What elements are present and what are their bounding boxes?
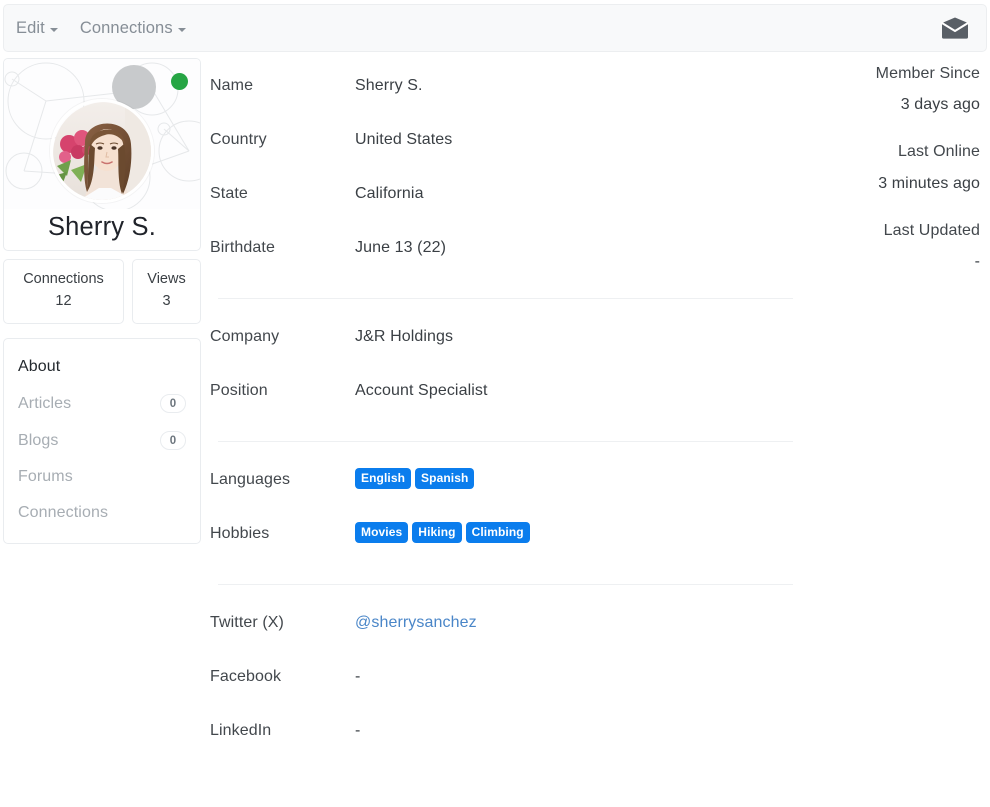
sidebar-item-forums-label: Forums (18, 468, 73, 486)
sidebar-badge-articles: 0 (160, 394, 186, 414)
meta-value-last-updated: - (974, 252, 980, 270)
language-badge[interactable]: Spanish (415, 468, 475, 489)
field-value-facebook: - (355, 668, 361, 685)
field-value-twitter[interactable]: @sherrysanchez (355, 595, 988, 632)
field-row-facebook: Facebook - (210, 649, 988, 703)
meta-label-member-since: Member Since (875, 65, 980, 82)
sidebar-badge-blogs: 0 (160, 431, 186, 451)
field-label-birthdate: Birthdate (210, 239, 275, 256)
profile-menu: About Articles 0 Blogs 0 Forums Connecti… (3, 338, 201, 545)
hobby-badge[interactable]: Climbing (465, 522, 530, 543)
field-value-hobbies: Movies Hiking Climbing (355, 506, 988, 543)
sidebar-item-articles-label: Articles (18, 394, 72, 412)
nav-link-edit[interactable]: Edit (16, 19, 58, 38)
section-divider (218, 584, 793, 585)
stat-label-views: Views (147, 271, 186, 287)
field-label-state: State (210, 185, 248, 202)
profile-card: Sherry S. (3, 58, 201, 251)
sidebar-item-blogs-label: Blogs (18, 431, 59, 449)
field-label-linkedin: LinkedIn (210, 722, 272, 739)
profile-stats: Connections 12 Views 3 (3, 259, 201, 325)
chevron-down-icon (177, 27, 186, 32)
field-row-twitter: Twitter (X) @sherrysanchez (210, 595, 988, 649)
field-label-facebook: Facebook (210, 668, 282, 685)
field-label-company: Company (210, 328, 280, 345)
field-label-languages: Languages (210, 471, 291, 488)
nav-link-connections[interactable]: Connections (80, 19, 186, 38)
navbar: Edit Connections (3, 4, 987, 52)
meta-value-last-online: 3 minutes ago (878, 174, 980, 192)
sidebar-item-blogs[interactable]: Blogs 0 (4, 422, 200, 459)
field-label-country: Country (210, 131, 267, 148)
sidebar-item-about[interactable]: About (4, 349, 200, 385)
stat-label-connections: Connections (23, 271, 104, 287)
navbar-links: Edit Connections (4, 19, 186, 38)
field-row-languages: Languages English Spanish (210, 452, 988, 506)
stat-card-views[interactable]: Views 3 (132, 259, 201, 325)
hobby-badge[interactable]: Movies (355, 522, 409, 543)
hobby-badge[interactable]: Hiking (412, 522, 462, 543)
meta-last-updated: Last Updated - (770, 215, 980, 277)
status-indicator-online (171, 73, 188, 90)
field-value-company: J&R Holdings (355, 328, 454, 345)
meta-label-last-updated: Last Updated (883, 221, 980, 239)
sidebar-item-about-label: About (18, 358, 61, 376)
meta-label-last-online: Last Online (897, 143, 980, 161)
nav-link-edit-label: Edit (16, 18, 45, 37)
meta-last-online: Last Online 3 minutes ago (770, 136, 980, 198)
field-row-company: Company J&R Holdings (210, 309, 988, 363)
chevron-down-icon (49, 27, 58, 32)
nav-link-connections-label: Connections (79, 18, 173, 37)
sidebar-item-connections[interactable]: Connections (4, 495, 200, 531)
meta-value-member-since: 3 days ago (900, 96, 980, 114)
envelope-icon[interactable] (940, 17, 970, 39)
sidebar-item-connections-label: Connections (18, 504, 109, 522)
stat-card-connections[interactable]: Connections 12 (3, 259, 124, 325)
section-divider (218, 298, 793, 299)
sidebar-item-articles[interactable]: Articles 0 (4, 385, 200, 422)
field-label-twitter: Twitter (X) (210, 614, 284, 631)
field-row-linkedin: LinkedIn - (210, 703, 988, 757)
field-row-hobbies: Hobbies Movies Hiking Climbing (210, 506, 988, 560)
field-label-hobbies: Hobbies (210, 525, 270, 542)
field-row-position: Position Account Specialist (210, 363, 988, 417)
sidebar-item-forums[interactable]: Forums (4, 459, 200, 495)
left-sidebar: Sherry S. Connections 12 Views 3 About A… (3, 58, 201, 545)
profile-meta: Member Since 3 days ago Last Online 3 mi… (770, 58, 985, 293)
avatar[interactable] (50, 99, 154, 203)
field-value-position: Account Specialist (355, 382, 488, 399)
language-badge[interactable]: English (355, 468, 412, 489)
stat-value-views: 3 (162, 293, 171, 310)
field-value-linkedin: - (355, 722, 361, 739)
navbar-right (940, 17, 986, 39)
profile-name: Sherry S. (47, 213, 157, 241)
field-label-name: Name (210, 77, 254, 94)
field-label-position: Position (210, 382, 268, 399)
field-value-languages: English Spanish (355, 452, 988, 489)
stat-value-connections: 12 (55, 293, 72, 310)
meta-member-since: Member Since 3 days ago (770, 58, 980, 120)
profile-page: Edit Connections Sherry S. Connections 1… (0, 0, 990, 807)
section-divider (218, 441, 793, 442)
